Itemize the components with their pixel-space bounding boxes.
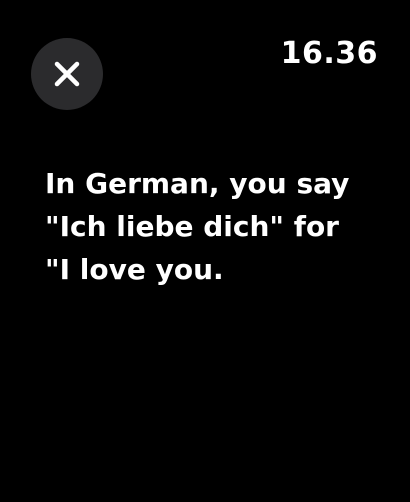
response-text: In German, you say "Ich liebe dich" for … [45, 162, 375, 291]
response-line: In German, you say [45, 167, 350, 200]
response-line: "Ich liebe dich" for [45, 210, 339, 243]
close-button[interactable] [31, 38, 103, 110]
status-time: 16.36 [280, 36, 378, 71]
close-icon [54, 61, 80, 87]
response-line: "I love you. [45, 253, 224, 286]
watch-screen: 16.36 In German, you say "Ich liebe dich… [0, 0, 410, 502]
